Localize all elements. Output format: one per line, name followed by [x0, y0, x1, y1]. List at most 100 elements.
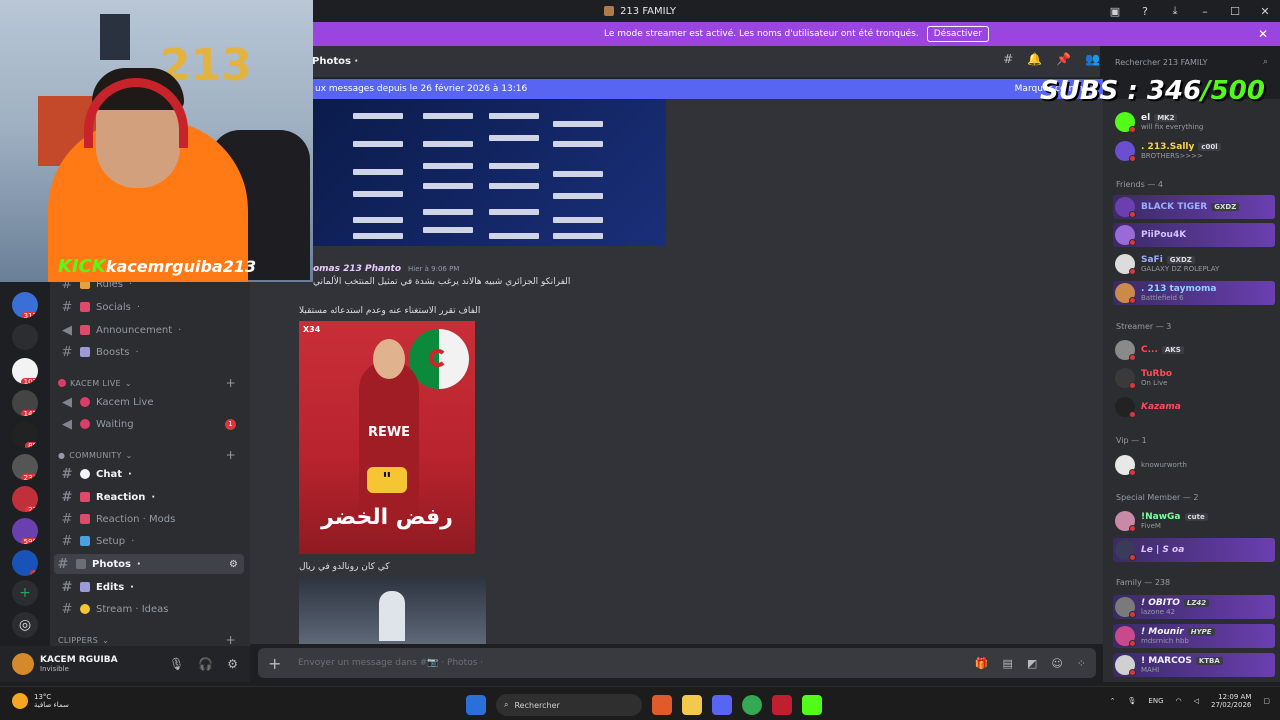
add-attachment-icon[interactable]: + [268, 654, 281, 673]
channel-chat[interactable]: # Chat · [58, 464, 244, 484]
emoji-icon[interactable]: ☺ [1051, 657, 1062, 670]
volume-icon[interactable]: ◁ [1194, 697, 1199, 705]
attachment-image[interactable] [299, 577, 486, 644]
windows-start-icon[interactable] [466, 695, 486, 715]
minimize-button[interactable]: – [1190, 5, 1220, 18]
gif-icon[interactable]: ▤ [1003, 657, 1013, 670]
member-item[interactable]: !NawGa cute FiveM [1113, 509, 1275, 533]
bracket-image[interactable] [313, 99, 666, 246]
category-kacem-live[interactable]: KACEM LIVE ⌄ + [58, 376, 244, 390]
gear-icon[interactable]: ⚙ [229, 559, 238, 570]
acrobat-icon[interactable] [772, 695, 792, 715]
member-item[interactable]: . 213.Sally c00l BROTHERS>>>> [1113, 139, 1275, 163]
server-icon[interactable]: 234 [12, 454, 38, 480]
server-icon[interactable]: 4 [12, 550, 38, 576]
close-icon[interactable]: ✕ [1258, 27, 1268, 41]
language-indicator[interactable]: ENG [1148, 697, 1163, 705]
member-item[interactable]: knowurworth [1113, 453, 1275, 477]
wifi-icon[interactable]: ◠ [1176, 697, 1182, 705]
chrome-icon[interactable] [742, 695, 762, 715]
sticker-icon[interactable]: ◩ [1027, 657, 1037, 670]
channel-socials[interactable]: # Socials · [58, 297, 244, 317]
member-item[interactable]: BLACK TIGER GXDZ [1113, 195, 1275, 219]
member-item[interactable]: SaFi GXDZ GALAXY DZ ROLEPLAY [1113, 252, 1275, 276]
server-icon[interactable]: 89 [12, 422, 38, 448]
server-icon[interactable]: 312 [12, 292, 38, 318]
hash-icon: # [61, 511, 73, 527]
message-input[interactable]: + Envoyer un message dans #📷 · Photos · … [258, 648, 1096, 678]
threads-icon[interactable]: # [1003, 52, 1013, 66]
search-input[interactable]: Rechercher 213 FAMILY ⌕ [1109, 53, 1274, 71]
add-server-icon[interactable]: + [12, 580, 38, 606]
members-icon[interactable]: 👥 [1085, 52, 1100, 66]
member-item[interactable]: el MK2 will fix everything [1113, 110, 1275, 134]
category-community[interactable]: ● COMMUNITY ⌄ + [58, 448, 244, 462]
member-item[interactable]: PiiPou4K [1113, 223, 1275, 247]
channel-setup[interactable]: # Setup · [58, 531, 244, 551]
avatar [1115, 455, 1136, 476]
weather-widget[interactable]: 13°C سماء صافية [12, 693, 69, 709]
compass-icon[interactable]: ◎ [12, 612, 38, 638]
microphone-icon[interactable]: 🎙 [1128, 697, 1137, 705]
discord-icon[interactable] [712, 695, 732, 715]
clock[interactable]: 12:09 AM 27/02/2026 [1211, 693, 1251, 709]
brave-icon[interactable] [652, 695, 672, 715]
channel-boosts[interactable]: # Boosts · [58, 342, 244, 362]
notification-icon[interactable]: ▢ [1263, 697, 1270, 705]
avatar [1115, 540, 1136, 561]
microphone-icon[interactable]: 🎙 [169, 657, 184, 671]
message-author[interactable]: omas 213 Phanto [313, 264, 401, 274]
pin-icon[interactable]: 📌 [1056, 52, 1071, 66]
avatar[interactable] [12, 653, 34, 675]
member-item[interactable]: C... AKS [1113, 338, 1275, 362]
server-icon[interactable]: 23 [12, 486, 38, 512]
member-item[interactable]: Le | S oa [1113, 538, 1275, 562]
help-icon[interactable]: ? [1130, 5, 1160, 18]
headphones-icon[interactable]: 🎧 [198, 657, 213, 671]
kick-app-icon[interactable] [802, 695, 822, 715]
chat-bubble-icon: ● [58, 450, 66, 460]
system-tray: ⌃ 🎙 ENG ◠ ◁ 12:09 AM 27/02/2026 ▢ [1110, 693, 1270, 709]
new-messages-bar[interactable]: ux messages depuis le 26 février 2026 à … [313, 79, 1103, 99]
avatar [1115, 655, 1136, 676]
apps-icon[interactable]: ⁘ [1077, 657, 1086, 670]
channel-kacem-live[interactable]: ◀ Kacem Live [58, 392, 244, 412]
channel-stream-ideas[interactable]: # Stream · Ideas [58, 599, 244, 619]
channel-reaction[interactable]: # Reaction · [58, 487, 244, 507]
member-item[interactable]: Kazama [1113, 395, 1275, 419]
add-channel-icon[interactable]: + [226, 633, 236, 647]
add-channel-icon[interactable]: + [226, 376, 236, 390]
member-item[interactable]: TuRbo On Live [1113, 366, 1275, 390]
server-icon[interactable]: 590 [12, 518, 38, 544]
attachment-image[interactable]: X34 REWE " رفض الخضر [299, 321, 475, 554]
server-icon[interactable]: 142 [12, 390, 38, 416]
member-item[interactable]: ! MARCOS KTBA MAHI [1113, 653, 1275, 677]
channel-announcement[interactable]: ◀ Announcement · [58, 320, 244, 340]
kick-handle: KICKkacemrguiba213 [58, 256, 257, 277]
channel-photos[interactable]: # Photos · ⚙ [54, 554, 244, 574]
folder-icon[interactable] [682, 695, 702, 715]
member-item[interactable]: ! OBITO LZ42 lazone 42 [1113, 595, 1275, 619]
maximize-button[interactable]: ☐ [1220, 5, 1250, 18]
taskbar: 13°C سماء صافية ⌕ Rechercher ⌃ 🎙 ENG ◠ ◁ … [0, 686, 1280, 720]
download-icon[interactable]: ⤓ [1160, 4, 1190, 18]
server-icon[interactable]: 102 [12, 358, 38, 384]
inbox-icon[interactable]: ▣ [1100, 5, 1130, 18]
gift-icon[interactable]: 🎁 [975, 657, 989, 670]
channel-reaction-mods[interactable]: # Reaction · Mods [58, 509, 244, 529]
taskbar-search[interactable]: ⌕ Rechercher [496, 694, 642, 716]
bell-icon[interactable]: 🔔 [1027, 52, 1042, 66]
category-clippers[interactable]: CLIPPERS ⌄ + [58, 633, 244, 647]
channel-waiting[interactable]: ◀ Waiting 1 [58, 414, 244, 434]
unread-badge: 1 [225, 418, 236, 430]
server-icon[interactable] [12, 324, 38, 350]
member-item[interactable]: ! Mounir HYPE mdsrnich hbb [1113, 624, 1275, 648]
disable-streamer-button[interactable]: Désactiver [926, 26, 989, 42]
member-item[interactable]: . 213 taymoma Battlefield 6 [1113, 281, 1275, 305]
close-window-button[interactable]: ✕ [1250, 5, 1280, 18]
add-channel-icon[interactable]: + [226, 448, 236, 462]
gear-icon[interactable]: ⚙ [227, 657, 238, 671]
avatar [1115, 225, 1136, 246]
chevron-up-icon[interactable]: ⌃ [1110, 697, 1116, 705]
channel-edits[interactable]: # Edits · [58, 577, 244, 597]
